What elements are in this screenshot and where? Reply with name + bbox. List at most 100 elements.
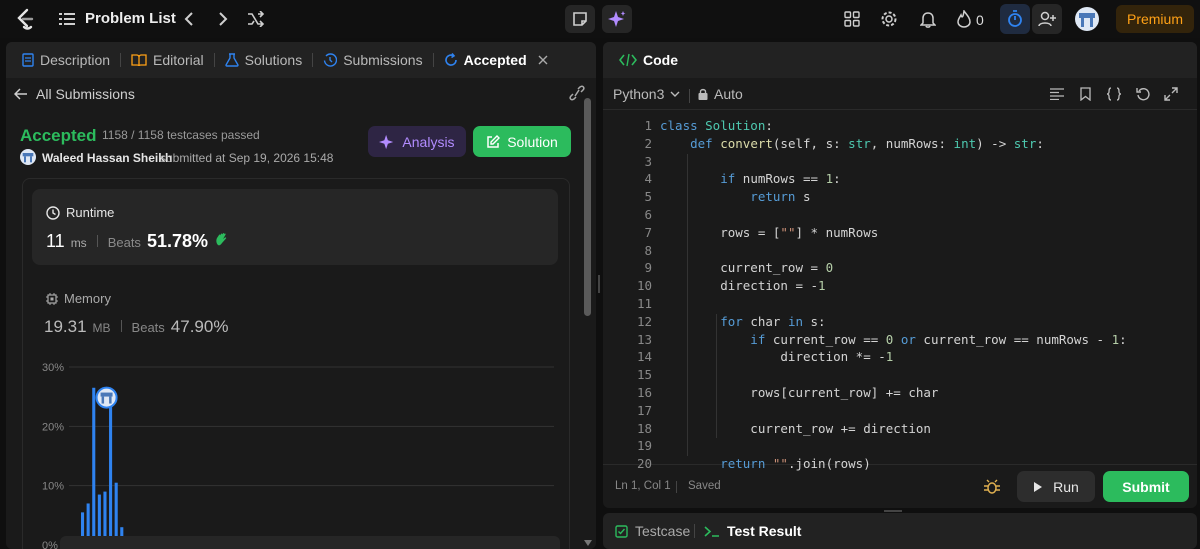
splitter-handle[interactable]	[598, 275, 600, 293]
bookmark-icon[interactable]	[1080, 87, 1091, 101]
close-icon[interactable]	[537, 54, 549, 66]
tab-description-label: Description	[40, 52, 111, 68]
run-label: Run	[1053, 478, 1079, 495]
code-token: direction = -	[660, 278, 819, 294]
all-submissions-link[interactable]: All Submissions	[14, 86, 135, 102]
tab-test-result[interactable]: Test Result	[704, 523, 801, 539]
tab-code[interactable]: Code	[613, 42, 684, 78]
username[interactable]: Waleed Hassan Sheikh	[42, 151, 172, 165]
analysis-label: Analysis	[402, 133, 455, 150]
chevron-right-icon[interactable]	[214, 9, 232, 29]
list-icon[interactable]	[58, 10, 76, 28]
scroll-down-icon[interactable]	[584, 540, 592, 546]
grid-icon[interactable]	[842, 9, 862, 29]
runtime-card[interactable]: Runtime 11 ms Beats 51.78%	[32, 189, 558, 265]
gear-icon[interactable]	[879, 9, 899, 29]
runtime-values: 11 ms Beats 51.78%	[46, 231, 230, 252]
solution-button[interactable]: Solution	[473, 126, 571, 157]
y-tick-label: 0%	[42, 540, 58, 549]
line-number: 2	[644, 135, 652, 151]
code-token: return	[660, 456, 773, 472]
line-number: 12	[636, 313, 652, 329]
y-tick-label: 30%	[42, 362, 64, 374]
code-token: char	[750, 313, 788, 329]
runtime-distribution-chart[interactable]: 30%20%10%0%1ms49ms98ms147ms	[24, 352, 564, 549]
code-token: ] * numRows	[795, 224, 879, 240]
leetcode-logo-icon[interactable]	[14, 8, 36, 30]
code-line: def convert(self, s: str, numRows: int) …	[660, 136, 1044, 151]
y-tick-label: 10%	[42, 481, 64, 493]
tab-accepted[interactable]: Accepted	[438, 42, 555, 78]
expand-icon[interactable]	[1164, 87, 1178, 101]
code-token: str	[848, 135, 871, 151]
chevron-left-icon[interactable]	[180, 9, 198, 29]
line-number: 4	[644, 171, 652, 187]
run-button[interactable]: Run	[1017, 471, 1095, 502]
code-line: direction = -1	[660, 278, 825, 294]
tab-testcase[interactable]: Testcase	[615, 523, 690, 539]
code-token: :	[765, 118, 773, 133]
divider	[694, 524, 695, 538]
tab-solutions[interactable]: Solutions	[219, 42, 309, 78]
submitted-time: submitted at Sep 19, 2026 15:48	[160, 151, 334, 165]
reset-icon[interactable]	[1136, 87, 1150, 101]
tab-submissions[interactable]: Submissions	[317, 42, 428, 78]
edit-icon	[487, 134, 501, 148]
code-line: rows[current_row] += char	[660, 385, 938, 400]
shuffle-icon[interactable]	[246, 9, 266, 29]
divider	[96, 235, 98, 247]
line-number: 13	[636, 331, 652, 347]
code-header: Code	[603, 42, 1197, 78]
line-number: 7	[644, 224, 652, 240]
timer-icon[interactable]	[1000, 4, 1030, 34]
problem-list-link[interactable]: Problem List	[85, 10, 176, 27]
test-panel: Testcase Test Result	[603, 513, 1197, 549]
bell-icon[interactable]	[918, 9, 938, 29]
cursor-position: Ln 1, Col 1	[615, 480, 671, 492]
code-line: for char in s:	[660, 313, 825, 329]
code-token: str	[1013, 135, 1037, 151]
editor-scroll-track[interactable]	[1189, 120, 1193, 460]
line-number: 14	[636, 349, 652, 365]
line-number: 10	[636, 278, 652, 294]
mode-select[interactable]: Auto	[698, 86, 743, 102]
code-token: 0	[885, 331, 901, 347]
code-token: 1	[1111, 331, 1120, 347]
link-icon[interactable]	[568, 85, 586, 101]
code-title: Code	[643, 52, 678, 68]
left-tab-bar: Description Editorial Solutions Submissi…	[6, 42, 596, 78]
left-panel: Description Editorial Solutions Submissi…	[6, 42, 596, 549]
debug-bug-icon[interactable]	[983, 478, 1001, 496]
line-number: 11	[636, 296, 652, 311]
notes-icon[interactable]	[565, 5, 595, 33]
braces-icon[interactable]	[1106, 87, 1122, 101]
format-icon[interactable]	[1050, 88, 1064, 100]
code-line: return s	[660, 189, 810, 204]
code-token: Solution	[705, 118, 766, 133]
testcase-label: Testcase	[635, 523, 691, 539]
clock-icon	[46, 205, 60, 220]
line-number: 9	[644, 260, 652, 276]
language-select[interactable]: Python3	[613, 86, 680, 102]
memory-header[interactable]: Memory	[46, 291, 111, 306]
line-number: 18	[636, 420, 652, 436]
tab-separator	[213, 53, 215, 67]
tab-description[interactable]: Description	[16, 42, 116, 78]
code-line: return "".join(rows)	[660, 456, 871, 471]
coins-count: 0	[976, 12, 984, 28]
premium-button[interactable]: Premium	[1116, 5, 1194, 33]
code-token: 0	[825, 260, 834, 276]
horizontal-splitter-handle[interactable]	[884, 510, 902, 512]
fire-icon	[954, 9, 974, 29]
scrollbar-thumb[interactable]	[584, 98, 591, 316]
tab-editorial[interactable]: Editorial	[125, 42, 210, 78]
code-token: current_row ==	[772, 331, 886, 347]
add-user-icon[interactable]	[1032, 4, 1062, 34]
ai-sparkle-icon[interactable]	[602, 5, 632, 33]
user-marker-avatar[interactable]	[95, 386, 118, 409]
avatar[interactable]	[1075, 7, 1099, 31]
book-icon	[131, 54, 147, 67]
analysis-button[interactable]: Analysis	[368, 126, 466, 157]
submit-button[interactable]: Submit	[1103, 471, 1189, 502]
all-submissions-label: All Submissions	[36, 86, 135, 102]
